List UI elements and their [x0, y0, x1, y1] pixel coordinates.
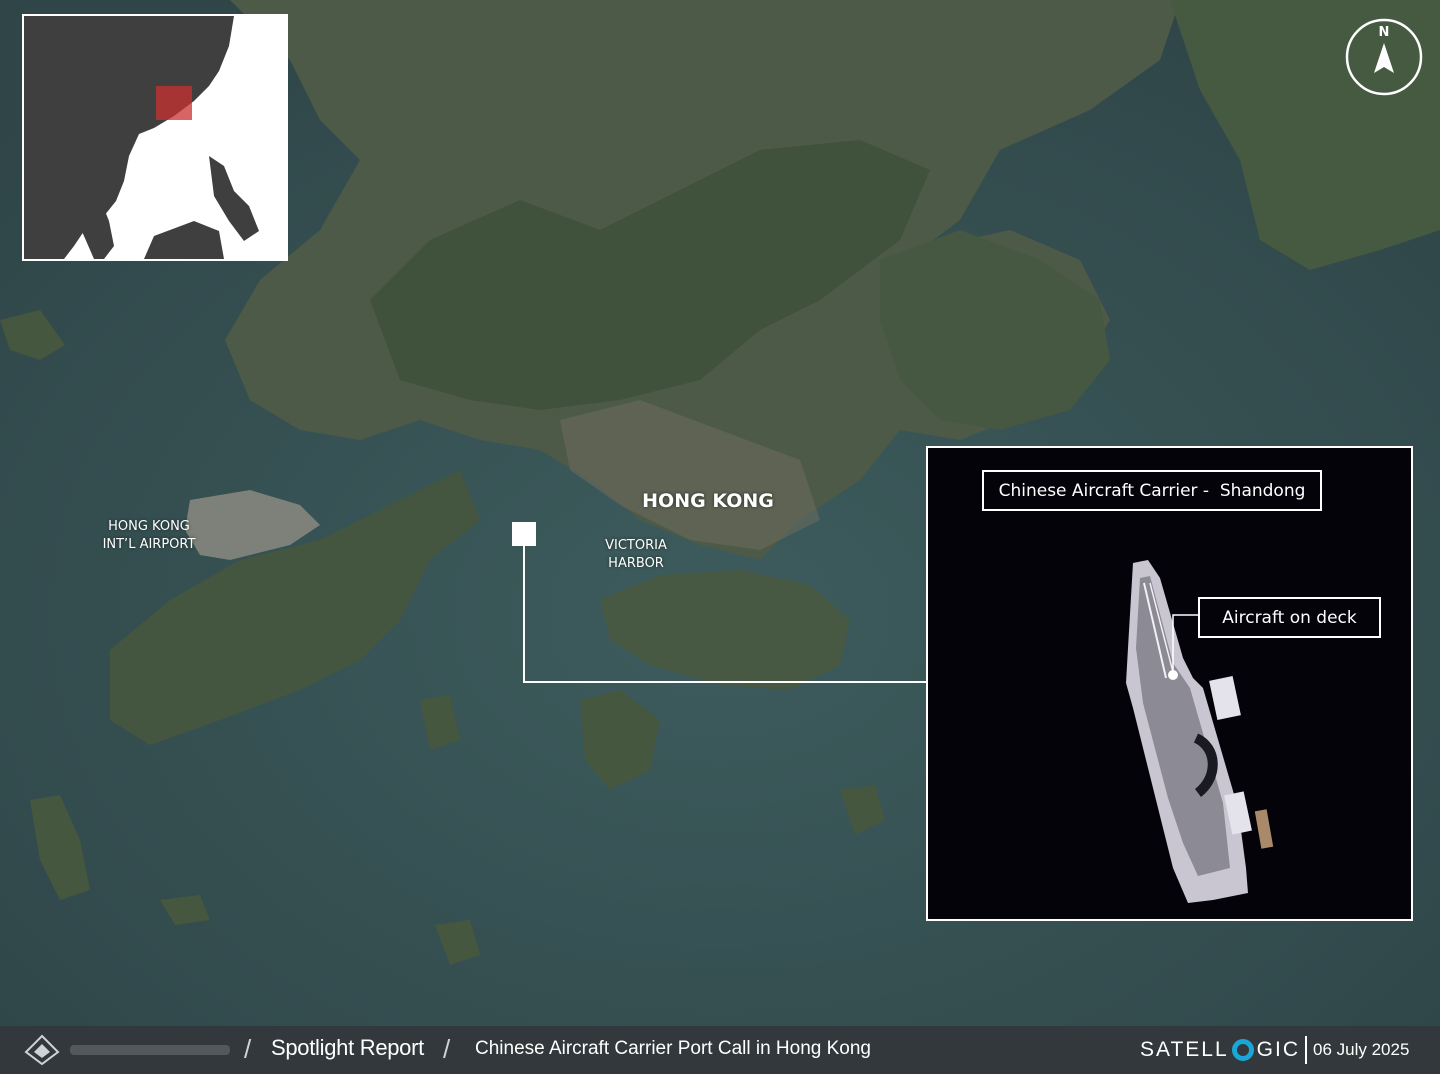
footer-divider [1305, 1036, 1307, 1064]
aircraft-carrier-image [1126, 560, 1274, 903]
north-arrow-icon: N [1345, 18, 1423, 96]
footer-separator: / [244, 1034, 252, 1064]
report-logo-icon [24, 1034, 60, 1066]
detail-title: Chinese Aircraft Carrier - Shandong [982, 470, 1322, 511]
inset-locator-map [22, 14, 288, 261]
location-marker[interactable] [512, 522, 536, 546]
north-label: N [1379, 25, 1390, 40]
report-date: 06 July 2025 [1313, 1040, 1410, 1059]
brand-text-start: SATELL [1140, 1038, 1229, 1061]
footer-separator: / [443, 1034, 451, 1064]
footer-bar: / Spotlight Report / Chinese Aircraft Ca… [0, 1026, 1440, 1074]
inset-highlight-region [156, 86, 192, 120]
airport-label: HONG KONG INT’L AIRPORT [102, 519, 196, 552]
aircraft-callout: Aircraft on deck [1198, 597, 1381, 638]
detail-inset-panel: Chinese Aircraft Carrier - Shandong Airc… [926, 446, 1413, 921]
satellogic-logo: SATELL GIC [1140, 1034, 1300, 1066]
tugboat [1254, 809, 1274, 849]
city-label: HONG KONG [642, 490, 774, 512]
report-type: Spotlight Report [271, 1035, 424, 1060]
brand-o-icon [1231, 1039, 1254, 1061]
brand-text-end: GIC [1256, 1038, 1300, 1061]
carrier-island [1209, 675, 1241, 721]
blurred-logo-text [70, 1045, 230, 1055]
report-subject: Chinese Aircraft Carrier Port Call in Ho… [475, 1038, 872, 1059]
harbor-label: VICTORIA HARBOR [605, 538, 667, 571]
callout-dot [1168, 670, 1178, 680]
